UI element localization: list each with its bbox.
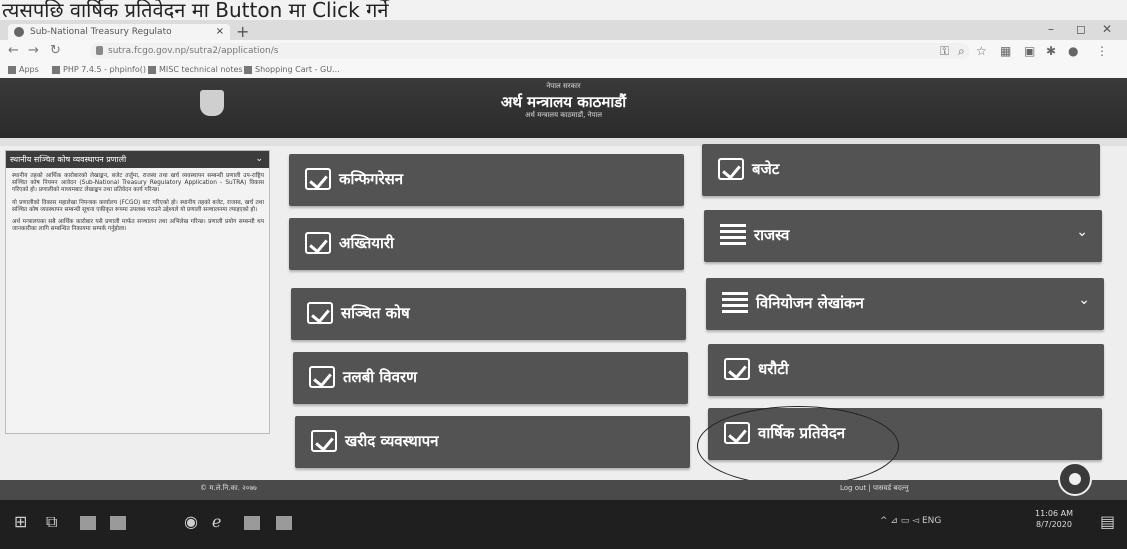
word-icon[interactable] <box>276 516 292 530</box>
app-icon[interactable] <box>244 516 260 530</box>
clock-time: 11:06 AM <box>1035 509 1073 518</box>
menu-icon[interactable]: ⋮ <box>1096 44 1108 58</box>
checkbox-icon <box>309 366 335 388</box>
bookmark-shopping[interactable]: Shopping Cart - GU... <box>244 62 340 78</box>
sidebar-description: स्थानीय तहको आर्थिक कारोबारको लेखाङ्कन, … <box>12 173 264 238</box>
site-favicon-icon <box>14 27 24 37</box>
list-icon <box>722 292 748 314</box>
chrome-icon[interactable]: ◉ <box>184 512 198 531</box>
tile-budget[interactable]: बजेट <box>702 144 1100 196</box>
tile-deposit[interactable]: धरौटी <box>708 344 1104 396</box>
list-icon <box>720 224 746 246</box>
chat-bubble-icon[interactable] <box>1058 462 1092 496</box>
chevron-down-icon[interactable]: ⌄ <box>255 151 263 168</box>
bookmark-phpinfo[interactable]: PHP 7.4.5 - phpinfo() <box>52 62 146 78</box>
chevron-down-icon[interactable]: ⌄ <box>1078 292 1090 308</box>
tile-label: विनियोजन लेखांकन <box>756 294 864 312</box>
windows-start-icon[interactable]: ⊞ <box>14 512 27 531</box>
back-icon[interactable]: ← <box>8 43 19 58</box>
key-icon[interactable]: ⚿ <box>940 44 949 59</box>
sidebar-header[interactable]: स्थानीय सञ्चित कोष व्यवस्थापन प्रणाली ⌄ <box>6 151 269 168</box>
edge-icon[interactable]: ℯ <box>212 512 221 531</box>
tile-label: धरौटी <box>758 360 789 378</box>
tile-label: कन्फिगरेसन <box>339 170 404 188</box>
site-header: नेपाल सरकार अर्थ मन्त्रालय काठमाडौं अर्थ… <box>0 78 1127 138</box>
sidebar-paragraph: स्थानीय तहको आर्थिक कारोबारको लेखाङ्कन, … <box>12 173 264 194</box>
footer-copyright: © म.ले.नि.का. २०७७ <box>200 484 257 492</box>
folder-icon[interactable] <box>110 516 126 530</box>
folder-icon <box>52 65 60 74</box>
task-view-icon[interactable]: ⧉ <box>46 512 57 532</box>
sidebar-paragraph: यो प्रणालीको विकास महालेखा नियन्त्रक कार… <box>12 199 264 213</box>
tile-configuration[interactable]: कन्फिगरेसन <box>289 154 684 206</box>
tile-label: सञ्चित कोष <box>341 304 410 322</box>
checkbox-icon <box>718 158 744 180</box>
header-subtitle: अर्थ मन्त्रालय काठमाडौं, नेपाल <box>525 111 602 119</box>
minimize-icon[interactable]: – <box>1048 22 1054 36</box>
header-title: अर्थ मन्त्रालय काठमाडौं <box>500 93 627 111</box>
tile-label: तलबी विवरण <box>343 368 417 386</box>
tile-consolidated-fund[interactable]: सञ्चित कोष <box>291 288 686 340</box>
info-sidebar: स्थानीय सञ्चित कोष व्यवस्थापन प्रणाली ⌄ … <box>5 150 270 434</box>
tile-label: राजस्व <box>754 226 790 244</box>
chevron-down-icon[interactable]: ⌄ <box>1076 224 1088 240</box>
url-input[interactable]: sutra.fcgo.gov.np/sutra2/application/s <box>90 43 970 59</box>
checkbox-icon <box>307 302 333 324</box>
zoom-icon[interactable]: ⌕ <box>958 44 965 59</box>
browser-tab-bar: Sub-National Treasury Regulato × + – ◻ ✕ <box>0 20 1127 41</box>
apps-icon <box>8 65 16 74</box>
globe-icon <box>244 65 252 74</box>
tab-title: Sub-National Treasury Regulato <box>30 27 172 37</box>
tile-salary-details[interactable]: तलबी विवरण <box>293 352 688 404</box>
tile-revenue[interactable]: राजस्व ⌄ <box>704 210 1102 262</box>
bookmark-apps[interactable]: Apps <box>8 62 39 78</box>
header-government-label: नेपाल सरकार <box>546 82 581 90</box>
maximize-icon[interactable]: ◻ <box>1076 22 1086 36</box>
checkbox-icon <box>311 430 337 452</box>
bookmark-misc[interactable]: MISC technical notes <box>148 62 243 78</box>
address-bar: ← → ↻ sutra.fcgo.gov.np/sutra2/applicati… <box>0 40 1127 63</box>
annotation-circle <box>697 406 899 486</box>
new-tab-button[interactable]: + <box>236 22 249 41</box>
taskbar-clock[interactable]: 11:06 AM 8/7/2020 <box>1035 508 1073 530</box>
page-footer: © म.ले.नि.का. २०७७ Log out | पासवर्ड बदल… <box>0 480 1127 500</box>
clock-date: 8/7/2020 <box>1036 520 1072 529</box>
close-window-icon[interactable]: ✕ <box>1102 22 1112 36</box>
folder-icon <box>148 65 156 74</box>
browser-tab[interactable]: Sub-National Treasury Regulato × <box>8 24 230 40</box>
sidebar-paragraph: अर्थ मन्त्रालयका सबै आर्थिक कारोबार यसै … <box>12 219 264 233</box>
reader-icon[interactable]: ▣ <box>1024 44 1035 58</box>
star-icon[interactable]: ☆ <box>976 44 987 58</box>
file-explorer-icon[interactable] <box>80 516 96 530</box>
notification-icon[interactable]: ▤ <box>1100 512 1115 531</box>
url-text: sutra.fcgo.gov.np/sutra2/application/s <box>108 46 279 56</box>
system-tray[interactable]: ^ ⊿ ▭ ◅ ENG <box>880 516 941 526</box>
instruction-caption: त्यसपछि वार्षिक प्रतिवेदन मा Button मा C… <box>0 0 1127 20</box>
tab-close-icon[interactable]: × <box>216 24 224 40</box>
windows-taskbar: ⊞ ⧉ ◉ ℯ ^ ⊿ ▭ ◅ ENG 11:06 AM 8/7/2020 ▤ <box>0 500 1127 549</box>
checkbox-icon <box>724 358 750 380</box>
extension-icon[interactable]: ▦ <box>1000 44 1011 58</box>
checkbox-icon <box>305 232 331 254</box>
tile-label: अख्तियारी <box>339 234 394 252</box>
lock-icon <box>96 46 103 55</box>
bookmarks-bar: Apps PHP 7.4.5 - phpinfo() MISC technica… <box>0 62 1127 79</box>
tile-label: बजेट <box>752 160 780 178</box>
tile-authority[interactable]: अख्तियारी <box>289 218 684 270</box>
profile-icon[interactable]: ● <box>1068 44 1078 58</box>
tile-appropriation-accounting[interactable]: विनियोजन लेखांकन ⌄ <box>706 278 1104 330</box>
tile-label: खरीद व्यवस्थापन <box>345 432 439 450</box>
reload-icon[interactable]: ↻ <box>50 43 61 58</box>
tile-procurement[interactable]: खरीद व्यवस्थापन <box>295 416 690 468</box>
sidebar-title: स्थानीय सञ्चित कोष व्यवस्थापन प्रणाली <box>10 155 127 164</box>
forward-icon[interactable]: → <box>28 43 39 58</box>
footer-logout-link[interactable]: Log out | पासवर्ड बदल्नु <box>840 484 908 493</box>
puzzle-icon[interactable]: ✱ <box>1046 44 1056 58</box>
checkbox-icon <box>305 168 331 190</box>
